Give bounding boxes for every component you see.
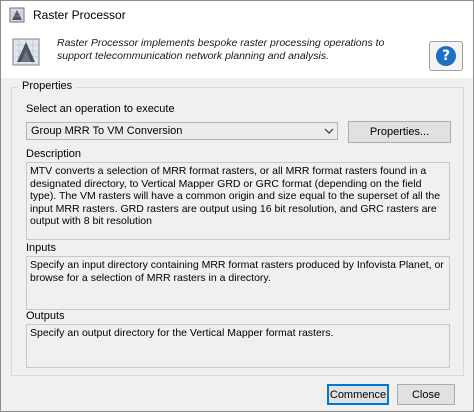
raster-icon [12,38,40,66]
select-operation-label: Select an operation to execute [26,103,175,115]
outputs-label: Outputs [26,310,65,322]
inputs-label: Inputs [26,242,56,254]
close-button[interactable]: Close [397,384,455,405]
operation-select-value: Group MRR To VM Conversion [31,125,183,137]
help-button[interactable]: ? [429,41,463,71]
window-title: Raster Processor [33,7,126,22]
inputs-text: Specify an input directory containing MR… [26,256,450,310]
help-icon: ? [436,46,456,66]
header-description: Raster Processor implements bespoke rast… [57,37,385,62]
properties-group: Properties Select an operation to execut… [11,80,464,376]
operation-select[interactable]: Group MRR To VM Conversion [26,122,338,140]
description-text: MTV converts a selection of MRR format r… [26,162,450,240]
description-label: Description [26,148,82,160]
properties-button[interactable]: Properties... [348,121,451,143]
raster-processor-dialog: Raster Processor Raster Processor implem… [0,0,474,412]
outputs-text: Specify an output directory for the Vert… [26,324,450,368]
properties-group-title: Properties [18,80,77,92]
chevron-down-icon [321,123,337,139]
header-banner: Raster Processor implements bespoke rast… [1,28,473,78]
raster-icon [9,7,25,22]
title-bar: Raster Processor [1,1,473,28]
commence-button[interactable]: Commence [327,384,389,405]
